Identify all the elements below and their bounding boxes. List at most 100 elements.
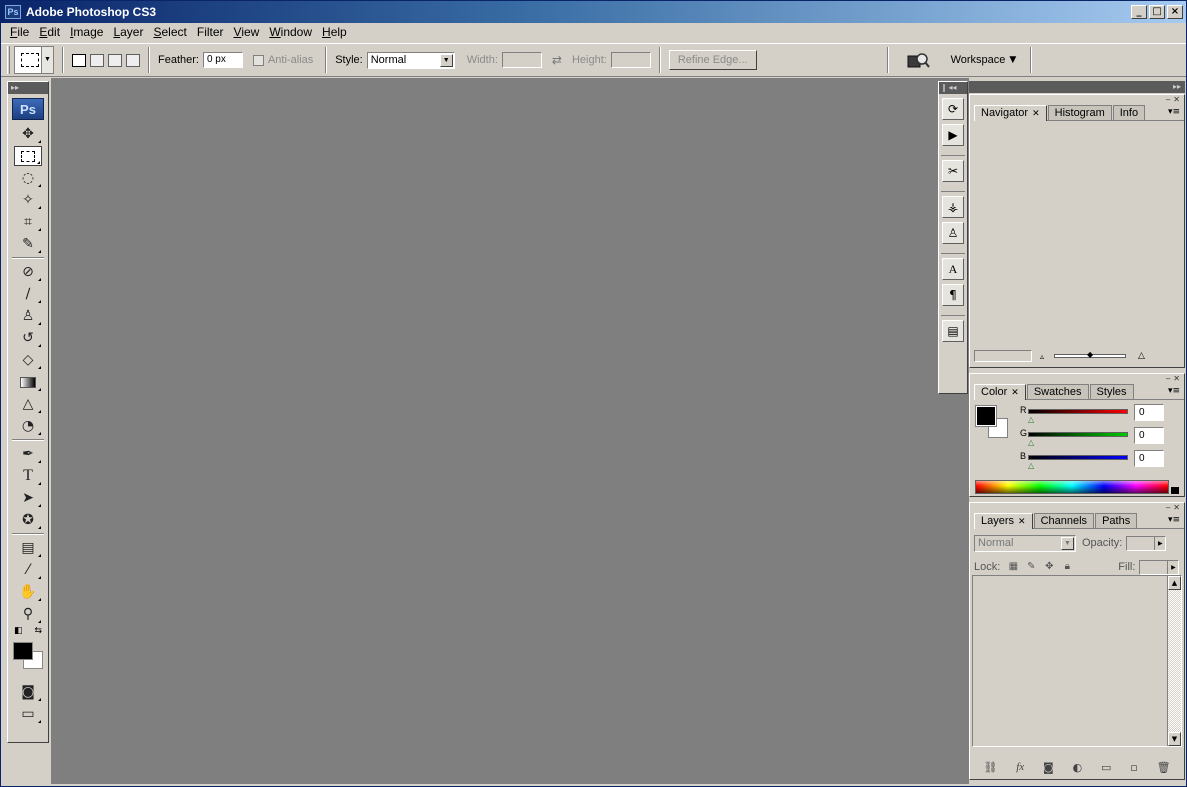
magic-wand-tool-icon[interactable]: ✧ xyxy=(14,190,42,210)
opacity-input[interactable]: ▶ xyxy=(1126,535,1167,551)
panel-menu-icon[interactable]: ▾≡ xyxy=(1168,386,1180,396)
swap-colors-icon[interactable]: ⇆ xyxy=(34,626,42,636)
expand-dock-icon[interactable]: ▸▸ xyxy=(969,81,1185,93)
paragraph-panel-icon[interactable]: ¶ xyxy=(942,284,964,306)
document-canvas-area[interactable] xyxy=(51,78,969,784)
pen-tool-icon[interactable]: ✒ xyxy=(14,444,42,464)
foreground-color-swatch[interactable] xyxy=(13,642,33,660)
slider-thumb[interactable]: ◆ xyxy=(1087,350,1093,359)
photoshop-logo[interactable]: Ps xyxy=(12,98,44,120)
navigator-zoom-input[interactable] xyxy=(974,350,1032,362)
close-icon[interactable]: ✕ xyxy=(1011,388,1019,398)
close-button[interactable]: × xyxy=(1167,5,1183,19)
lock-position-icon[interactable]: ✥ xyxy=(1043,561,1055,573)
marquee-tool-icon[interactable] xyxy=(14,146,42,166)
tab-channels[interactable]: Channels xyxy=(1033,513,1095,528)
style-select[interactable]: Normal ▼ xyxy=(366,51,455,69)
chevron-down-icon[interactable]: ▼ xyxy=(41,47,53,73)
notes-tool-icon[interactable]: ▤ xyxy=(14,538,42,558)
tab-info[interactable]: Info xyxy=(1112,105,1146,120)
menu-window[interactable]: Window xyxy=(264,24,317,41)
anti-alias-checkbox[interactable] xyxy=(252,54,264,66)
tab-swatches[interactable]: Swatches xyxy=(1026,384,1089,399)
navigator-zoom-slider[interactable]: ◆ xyxy=(1054,350,1127,359)
brushes-panel-icon[interactable]: ⚶ xyxy=(942,196,964,218)
adjustment-layer-icon[interactable]: ◐ xyxy=(1073,761,1083,774)
menu-help[interactable]: Help xyxy=(317,24,352,41)
layer-style-icon[interactable]: fx xyxy=(1016,761,1024,773)
character-panel-icon[interactable]: A xyxy=(942,258,964,280)
clone-source-icon[interactable]: ♙ xyxy=(942,222,964,244)
menu-filter[interactable]: Filter xyxy=(192,24,229,41)
panel-window-controls[interactable]: ‒ ✕ xyxy=(970,374,1184,384)
menu-select[interactable]: Select xyxy=(148,24,191,41)
path-selection-tool-icon[interactable]: ➤ xyxy=(14,488,42,508)
menu-image[interactable]: Image xyxy=(65,24,108,41)
add-mask-icon[interactable]: ◙ xyxy=(1043,761,1054,774)
swap-dimensions-icon[interactable]: ⇄ xyxy=(552,53,562,67)
panel-menu-icon[interactable]: ▾≡ xyxy=(1168,515,1180,525)
history-panel-icon[interactable]: ⟳ xyxy=(942,98,964,120)
tab-histogram[interactable]: Histogram xyxy=(1047,105,1112,120)
subtract-from-selection-icon[interactable] xyxy=(108,53,122,67)
new-selection-icon[interactable] xyxy=(72,53,86,67)
bridge-icon[interactable] xyxy=(907,51,931,69)
slider-thumb[interactable]: △ xyxy=(1028,438,1034,447)
black-white-swatch[interactable] xyxy=(1171,487,1179,494)
menu-file[interactable]: File xyxy=(5,24,34,41)
width-input[interactable] xyxy=(501,52,542,68)
new-layer-icon[interactable]: ▫ xyxy=(1130,761,1137,774)
expand-panel-icon[interactable]: ▸▸ xyxy=(8,82,48,94)
blend-mode-select[interactable]: Normal ▼ xyxy=(974,534,1076,552)
title-bar[interactable]: Ps Adobe Photoshop CS3 _ □ × xyxy=(1,1,1186,23)
menu-edit[interactable]: Edit xyxy=(34,24,65,41)
collapse-panel-icon[interactable]: ‖ ◂◂ xyxy=(939,82,967,94)
lock-all-icon[interactable]: 🔒︎ xyxy=(1061,561,1073,573)
chevron-down-icon[interactable]: ▼ xyxy=(439,53,453,67)
gradient-tool-icon[interactable] xyxy=(14,372,42,392)
layers-list[interactable]: ▲ ▼ xyxy=(972,575,1182,747)
green-slider[interactable] xyxy=(1028,432,1128,437)
fill-input[interactable]: ▶ xyxy=(1139,559,1180,575)
custom-shape-tool-icon[interactable]: ✪ xyxy=(14,510,42,530)
slice-tool-icon[interactable]: ✎ xyxy=(14,234,42,254)
menu-view[interactable]: View xyxy=(229,24,265,41)
tab-navigator[interactable]: Navigator ✕ xyxy=(974,105,1047,121)
menu-layer[interactable]: Layer xyxy=(108,24,148,41)
red-slider[interactable] xyxy=(1028,409,1128,414)
feather-input[interactable]: 0 px xyxy=(202,52,243,68)
lasso-tool-icon[interactable]: ◌ xyxy=(14,168,42,188)
scroll-up-icon[interactable]: ▲ xyxy=(1168,576,1181,590)
eyedropper-tool-icon[interactable]: ⁄ xyxy=(14,560,42,580)
new-group-icon[interactable]: ▭ xyxy=(1101,761,1111,774)
actions-panel-icon[interactable]: ▶ xyxy=(942,124,964,146)
lock-image-pixels-icon[interactable]: ✎ xyxy=(1025,561,1037,573)
scroll-down-icon[interactable]: ▼ xyxy=(1168,732,1181,746)
clone-stamp-tool-icon[interactable]: ♙ xyxy=(14,306,42,326)
blue-value-input[interactable]: 0 xyxy=(1134,450,1164,467)
close-icon[interactable]: ✕ xyxy=(1032,109,1040,119)
type-tool-icon[interactable]: T xyxy=(14,466,42,486)
zoom-in-icon[interactable]: △ xyxy=(1138,351,1145,361)
blur-tool-icon[interactable]: △ xyxy=(14,394,42,414)
link-layers-icon[interactable]: ⛓ xyxy=(983,761,997,774)
default-colors-icon[interactable]: ◧ xyxy=(14,626,23,636)
hand-tool-icon[interactable]: ✋ xyxy=(14,582,42,602)
workspace-menu[interactable]: Workspace ▼ xyxy=(951,54,1017,66)
healing-brush-tool-icon[interactable]: ⊘ xyxy=(14,262,42,282)
panel-menu-icon[interactable]: ▾≡ xyxy=(1168,107,1180,117)
green-value-input[interactable]: 0 xyxy=(1134,427,1164,444)
panel-window-controls[interactable]: ‒ ✕ xyxy=(970,95,1184,105)
quick-mask-icon[interactable]: ◙ xyxy=(14,682,42,702)
dodge-tool-icon[interactable]: ◔ xyxy=(14,416,42,436)
photoshop-app-icon[interactable]: Ps xyxy=(5,5,21,19)
close-icon[interactable]: ✕ xyxy=(1018,517,1026,527)
add-to-selection-icon[interactable] xyxy=(90,53,104,67)
intersect-selection-icon[interactable] xyxy=(126,53,140,67)
tab-layers[interactable]: Layers ✕ xyxy=(974,513,1033,529)
layers-scrollbar[interactable]: ▲ ▼ xyxy=(1167,576,1181,746)
history-brush-tool-icon[interactable]: ↺ xyxy=(14,328,42,348)
chevron-down-icon[interactable]: ▼ xyxy=(1061,536,1074,550)
blue-slider[interactable] xyxy=(1028,455,1128,460)
eraser-tool-icon[interactable]: ◇ xyxy=(14,350,42,370)
